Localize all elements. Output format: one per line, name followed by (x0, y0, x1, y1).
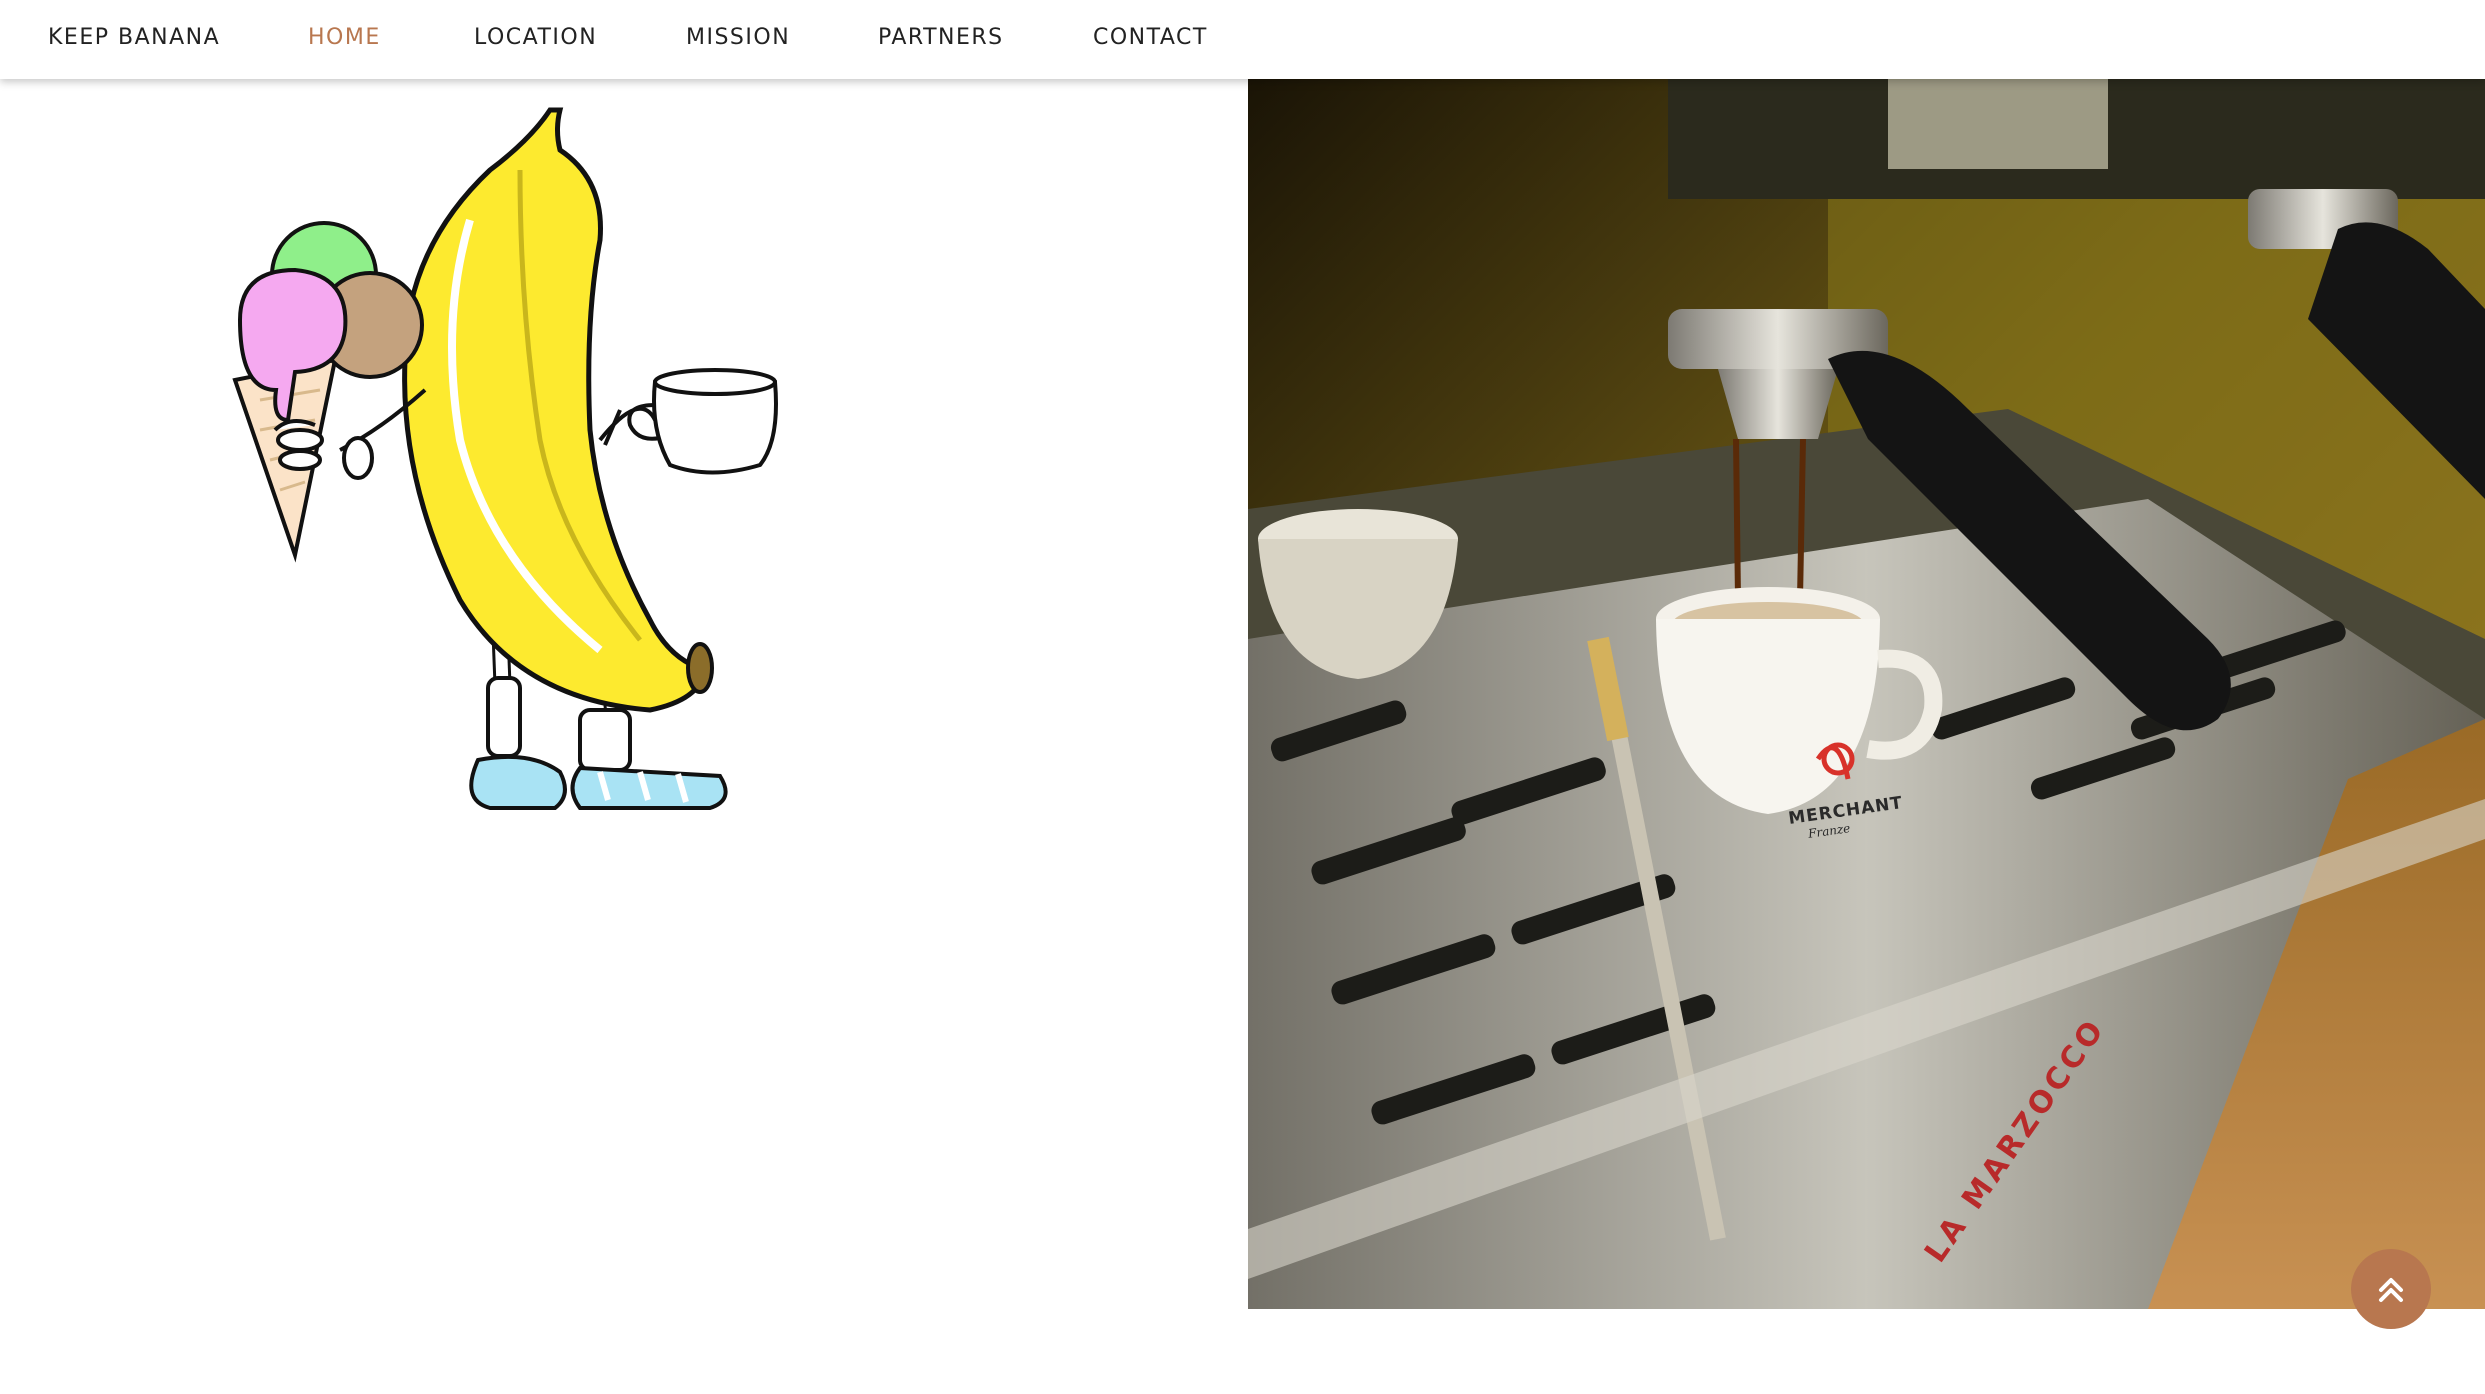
brand-link[interactable]: KEEP BANANA (48, 26, 220, 50)
nav-item-contact[interactable]: CONTACT (1093, 26, 1208, 50)
nav-item-location[interactable]: LOCATION (474, 26, 597, 50)
double-chevron-up-icon (2379, 1278, 2403, 1302)
scroll-to-top-button[interactable] (2351, 1249, 2431, 1329)
top-navbar: KEEP BANANA HOME LOCATION MISSION PARTNE… (0, 0, 2485, 79)
nav-item-home[interactable]: HOME (308, 26, 381, 50)
nav-item-partners[interactable]: PARTNERS (878, 26, 1004, 50)
espresso-machine-photo: MERCHANT Franze LA MARZOCCO (1248, 79, 2485, 1309)
banana-mascot-illustration (200, 60, 820, 840)
nav-item-mission[interactable]: MISSION (686, 26, 790, 50)
coffee-cup-drawing (627, 368, 778, 475)
ice-cream-cone (232, 221, 427, 563)
